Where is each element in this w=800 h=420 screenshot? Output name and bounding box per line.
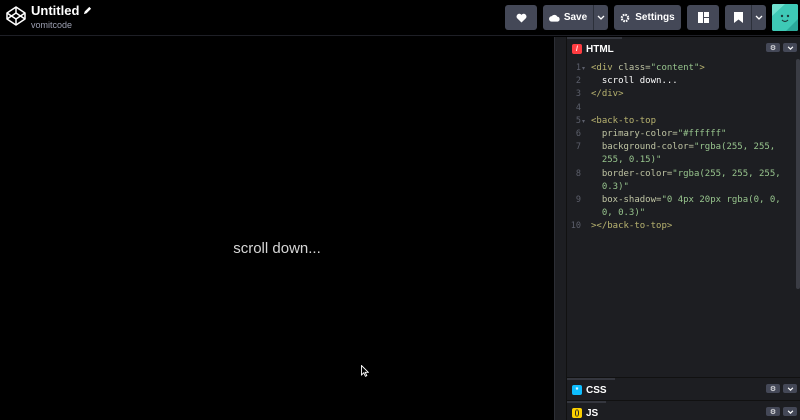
bookmark-icon: [733, 12, 743, 23]
gear-icon: [620, 13, 630, 22]
chevron-down-icon: [755, 15, 763, 20]
chevron-down-icon: [787, 386, 793, 391]
js-tab-label: JS: [586, 407, 599, 419]
pencil-icon[interactable]: [83, 6, 92, 15]
line-number: 8: [575, 168, 581, 179]
love-button[interactable]: [505, 5, 537, 30]
avatar-face-icon: [772, 4, 798, 31]
avatar[interactable]: [772, 4, 798, 31]
line-number: 5: [575, 115, 581, 126]
tab-html[interactable]: / HTML: [567, 37, 622, 59]
bookmark-options-button[interactable]: [751, 5, 766, 30]
line-number: 9: [575, 195, 581, 205]
editor-panel: / HTML ⚙ 1 ▾ 2 3 4 5 ▾ 6 7 8 9 10 <div class="conte…: [567, 37, 800, 420]
chevron-down-icon: [787, 45, 793, 50]
css-editor-header: * CSS ⚙: [567, 377, 800, 399]
css-badge-icon: *: [572, 385, 582, 395]
line-number: 7: [575, 142, 581, 153]
code-line: 0, 0.3)": [591, 208, 646, 219]
fold-toggle-icon[interactable]: ▾: [582, 65, 585, 72]
line-number-gutter: 1 ▾ 2 3 4 5 ▾ 6 7 8 9 10: [567, 59, 589, 377]
change-view-button[interactable]: [687, 5, 719, 30]
code-line: </div>: [591, 89, 624, 100]
css-collapse-button[interactable]: [783, 384, 797, 393]
code-line: box-shadow="0 4px 20px rgba(0, 0,: [591, 195, 781, 205]
fold-toggle-icon[interactable]: ▾: [582, 118, 585, 125]
code-line: ></back-to-top>: [591, 221, 673, 232]
html-collapse-button[interactable]: [783, 43, 797, 52]
line-number: 3: [575, 89, 581, 100]
result-preview[interactable]: scroll down...: [0, 37, 554, 420]
js-editor-header: () JS ⚙: [567, 400, 800, 420]
css-tab-label: CSS: [586, 384, 607, 396]
html-badge-icon: /: [572, 44, 582, 54]
css-settings-button[interactable]: ⚙: [766, 384, 780, 393]
username[interactable]: vomitcode: [31, 20, 92, 30]
line-number: 2: [575, 76, 581, 87]
settings-button[interactable]: Settings: [614, 5, 681, 30]
editor-scrollbar[interactable]: [796, 59, 800, 289]
settings-label: Settings: [635, 12, 675, 23]
layout-icon: [697, 12, 709, 23]
code-line: border-color="rgba(255, 255, 255,: [591, 168, 781, 179]
pen-title[interactable]: Untitled: [31, 3, 79, 18]
chevron-down-icon: [787, 409, 793, 414]
js-collapse-button[interactable]: [783, 407, 797, 416]
bookmark-button[interactable]: [725, 5, 751, 30]
code-line: primary-color="#ffffff": [591, 129, 727, 139]
html-code-editor[interactable]: 1 ▾ 2 3 4 5 ▾ 6 7 8 9 10 <div class="content"> scro…: [567, 59, 800, 377]
line-number: 1: [575, 63, 581, 73]
code-line: 255, 0.15)": [591, 155, 662, 166]
cloud-icon: [548, 14, 560, 22]
save-label: Save: [563, 12, 588, 23]
heart-icon: [516, 13, 526, 23]
code-line: scroll down...: [591, 76, 678, 87]
html-editor-header: / HTML ⚙: [567, 37, 800, 59]
save-options-button[interactable]: [593, 5, 608, 30]
tab-js[interactable]: () JS: [567, 401, 607, 420]
codepen-logo-icon[interactable]: [6, 6, 26, 26]
save-button[interactable]: Save: [543, 5, 593, 30]
gear-icon: ⚙: [769, 408, 777, 416]
top-header: Untitled vomitcode Save Settings: [0, 0, 800, 36]
preview-content-text: scroll down...: [233, 240, 321, 257]
line-number: 10: [570, 221, 581, 232]
code-line: 0.3)": [591, 181, 629, 192]
tab-css[interactable]: * CSS: [567, 378, 615, 400]
pane-resizer[interactable]: [554, 37, 567, 420]
js-badge-icon: (): [572, 408, 582, 418]
chevron-down-icon: [597, 15, 605, 20]
js-settings-button[interactable]: ⚙: [766, 407, 780, 416]
code-line: background-color="rgba(255, 255,: [591, 142, 776, 153]
code-line: <back-to-top: [591, 115, 657, 126]
mouse-cursor-icon: [361, 365, 369, 377]
html-tab-label: HTML: [586, 43, 614, 55]
gear-icon: ⚙: [769, 44, 777, 52]
code-line: <div class="content">: [591, 63, 705, 73]
line-number: 6: [575, 129, 581, 139]
gear-icon: ⚙: [769, 385, 777, 393]
pen-title-block: Untitled vomitcode: [31, 3, 92, 30]
html-settings-button[interactable]: ⚙: [766, 43, 780, 52]
line-number: 4: [575, 102, 581, 113]
